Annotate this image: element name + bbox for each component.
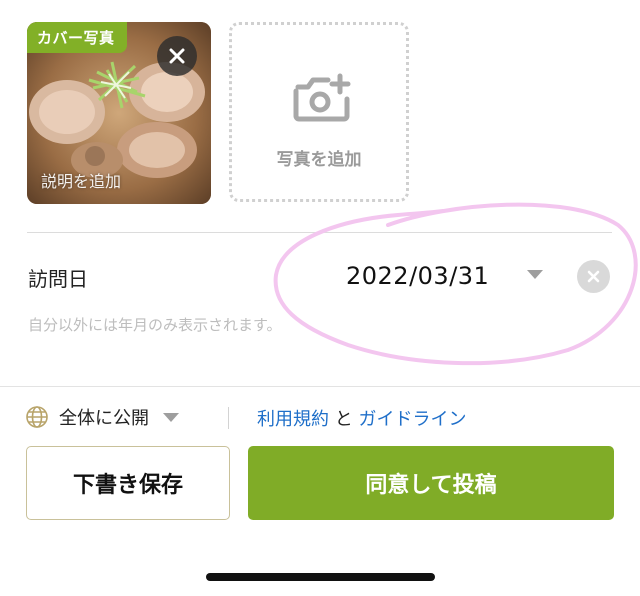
save-draft-button[interactable]: 下書き保存 (26, 446, 230, 520)
chevron-down-icon (163, 412, 179, 422)
remove-photo-button[interactable] (157, 36, 197, 76)
add-photo-label: 写真を追加 (276, 150, 362, 170)
visit-date-label: 訪問日 (28, 267, 88, 291)
home-indicator (206, 573, 435, 581)
terms-link[interactable]: 利用規約 (257, 409, 329, 430)
visibility-selector[interactable]: 全体に公開 (25, 404, 179, 430)
add-photo-button[interactable]: 写真を追加 (229, 22, 409, 202)
caption-placeholder[interactable]: 説明を追加 (41, 168, 121, 192)
chevron-down-icon[interactable] (527, 270, 543, 279)
close-icon (169, 48, 185, 64)
post-form: カバー写真 説明を追加 写真を追加 訪問日 2022/03/31 自分以外には年… (0, 0, 640, 596)
visit-date-note: 自分以外には年月のみ表示されます。 (28, 316, 282, 334)
clear-icon (587, 270, 600, 283)
visibility-label: 全体に公開 (59, 408, 149, 429)
divider (27, 232, 612, 233)
camera-plus-icon (293, 73, 351, 122)
divider (0, 386, 640, 387)
guideline-link[interactable]: ガイドライン (358, 409, 466, 430)
globe-icon (26, 406, 48, 428)
agree-and-post-button[interactable]: 同意して投稿 (248, 446, 614, 520)
terms-line: 利用規約 と ガイドライン (257, 405, 466, 431)
separator (228, 407, 229, 429)
visit-date-value[interactable]: 2022/03/31 (346, 262, 489, 290)
clear-date-button[interactable] (577, 260, 610, 293)
terms-conjunction: と (329, 409, 359, 430)
cover-badge: カバー写真 (27, 22, 127, 53)
